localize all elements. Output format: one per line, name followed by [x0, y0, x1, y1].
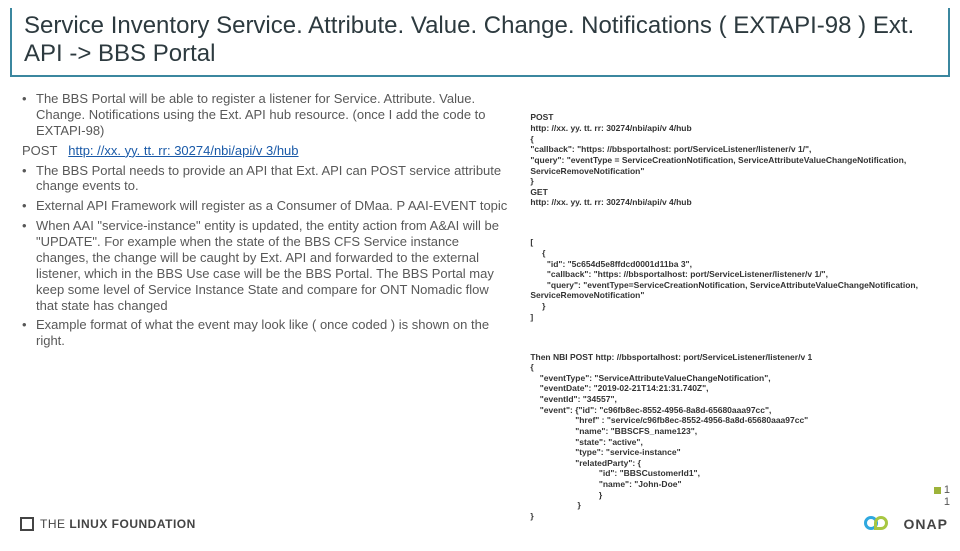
post-line: POST http: //xx. yy. tt. rr: 30274/nbi/a…: [22, 143, 512, 159]
page-title: Service Inventory Service. Attribute. Va…: [24, 12, 940, 67]
page-number-area: 1 1: [934, 484, 950, 508]
post-link[interactable]: http: //xx. yy. tt. rr: 30274/nbi/api/v …: [68, 143, 298, 158]
onap-icon: [864, 513, 900, 535]
list-item: The BBS Portal needs to provide an API t…: [22, 163, 512, 195]
lf-text: THE LINUX FOUNDATION: [40, 517, 196, 531]
left-column: The BBS Portal will be able to register …: [22, 91, 512, 551]
linux-foundation-logo: THE LINUX FOUNDATION: [20, 517, 196, 531]
code-block: Then NBI POST http: //bbsportalhost: por…: [530, 352, 948, 522]
list-item: The BBS Portal will be able to register …: [22, 91, 512, 139]
content-columns: The BBS Portal will be able to register …: [0, 77, 960, 551]
footer: THE LINUX FOUNDATION ONAP: [0, 506, 960, 548]
code-block: POST http: //xx. yy. tt. rr: 30274/nbi/a…: [530, 112, 948, 208]
square-bullet-icon: [934, 487, 941, 494]
page-number-bullet: 1: [944, 484, 950, 496]
code-block: [ { "id": "5c654d5e8ffdcd0001d11ba 3", "…: [530, 237, 948, 322]
title-band: Service Inventory Service. Attribute. Va…: [10, 8, 950, 77]
post-label: POST: [22, 143, 57, 158]
onap-logo: ONAP: [864, 513, 948, 535]
list-item: Example format of what the event may loo…: [22, 317, 512, 349]
list-item: External API Framework will register as …: [22, 198, 512, 214]
lf-square-icon: [20, 517, 34, 531]
onap-text: ONAP: [904, 516, 948, 532]
list-item: When AAI "service-instance" entity is up…: [22, 218, 512, 313]
right-column: POST http: //xx. yy. tt. rr: 30274/nbi/a…: [530, 91, 948, 551]
